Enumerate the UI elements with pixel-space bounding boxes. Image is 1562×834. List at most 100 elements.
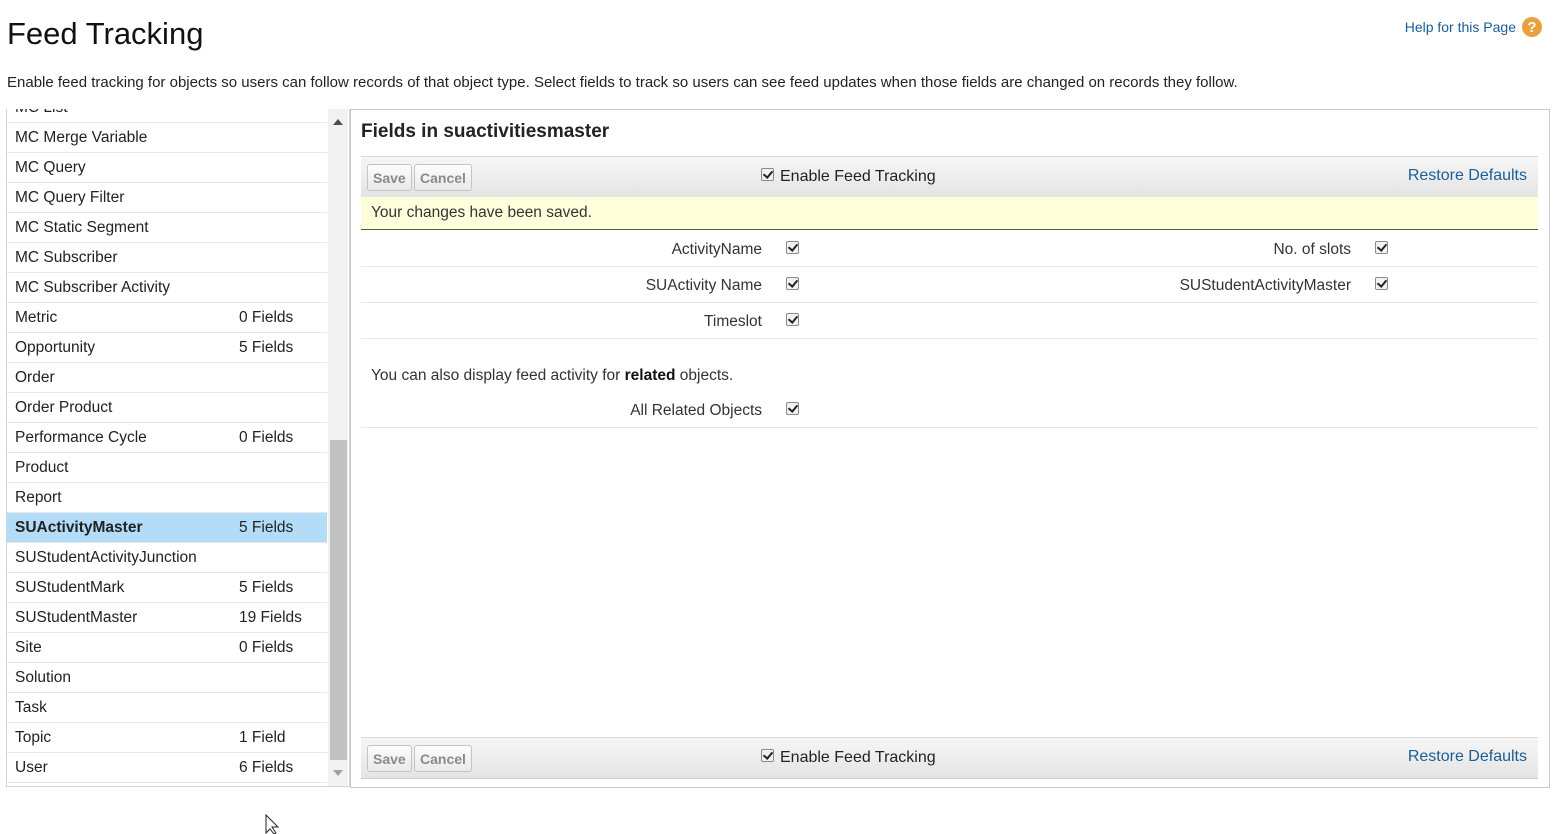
scroll-up-button[interactable]	[328, 115, 348, 129]
related-objects-note: You can also display feed activity for r…	[371, 367, 733, 385]
object-list-item[interactable]: MC List	[7, 109, 327, 123]
object-list-item[interactable]: Site 0 Fields	[7, 633, 327, 663]
save-button[interactable]: Save	[367, 164, 412, 191]
object-list-item[interactable]: MC Query	[7, 153, 327, 183]
field-count: 5 Fields	[239, 338, 294, 356]
enable-feed-tracking-label: Enable Feed Tracking	[780, 749, 936, 766]
object-list-item[interactable]: MC Subscriber Activity	[7, 273, 327, 303]
object-name: MC Static Segment	[15, 218, 149, 236]
object-list-item[interactable]: Metric 0 Fields	[7, 303, 327, 333]
object-name: SUActivityMaster	[15, 518, 143, 536]
object-list-item[interactable]: MC Merge Variable	[7, 123, 327, 153]
object-name: MC List	[7, 109, 239, 117]
field-row: ActivityName No. of slots	[361, 230, 1538, 267]
top-button-bar: Save Cancel Enable Feed Tracking Restore…	[361, 156, 1538, 198]
activity-name-checkbox[interactable]	[786, 241, 799, 254]
object-name: Product	[15, 458, 69, 476]
field-row: Timeslot	[361, 302, 1538, 339]
field-count: 5 Fields	[239, 518, 294, 536]
object-list-item[interactable]: Report	[7, 483, 327, 513]
object-name: MC Subscriber	[15, 248, 118, 266]
object-list-rows: MC List MC Merge Variable MC Query MC Query…	[7, 109, 327, 783]
object-name: SUStudentMark	[15, 578, 125, 596]
field-count: 1 Field	[239, 728, 286, 746]
save-button[interactable]: Save	[367, 745, 412, 772]
object-list-item[interactable]: SUActivityMaster 5 Fields	[7, 513, 327, 543]
field-label-all-related-objects: All Related Objects	[630, 402, 762, 419]
object-list-item[interactable]: Performance Cycle 0 Fields	[7, 423, 327, 453]
object-name: Order Product	[15, 398, 113, 416]
timeslot-checkbox[interactable]	[786, 313, 799, 326]
suactivity-name-checkbox[interactable]	[786, 277, 799, 290]
object-list-item[interactable]: MC Static Segment	[7, 213, 327, 243]
object-list[interactable]: MC List MC Merge Variable MC Query MC Query…	[6, 109, 350, 787]
object-name: Solution	[15, 668, 72, 686]
field-count: 0 Fields	[239, 308, 294, 326]
object-list-item[interactable]: SUStudentMaster 19 Fields	[7, 603, 327, 633]
related-prefix: You can also display feed activity for	[371, 367, 625, 384]
object-name: MC Query Filter	[15, 188, 125, 206]
field-label-activity-name: ActivityName	[671, 241, 762, 258]
field-count: 5 Fields	[239, 578, 294, 596]
enable-feed-tracking-toggle[interactable]: Enable Feed Tracking	[761, 167, 936, 186]
object-name: Report	[15, 488, 62, 506]
checked-checkbox-icon[interactable]	[761, 748, 774, 762]
object-list-item[interactable]: SUStudentActivityJunction	[7, 543, 327, 573]
object-name: SUStudentActivityJunction	[15, 548, 197, 566]
object-list-item[interactable]: Opportunity 5 Fields	[7, 333, 327, 363]
enable-feed-tracking-label: Enable Feed Tracking	[780, 168, 936, 185]
cancel-button[interactable]: Cancel	[414, 745, 472, 772]
related-bold: related	[624, 367, 676, 384]
object-name: MC Query	[15, 158, 86, 176]
intro-text: Enable feed tracking for objects so user…	[7, 74, 1238, 91]
scrollbar-thumb[interactable]	[330, 440, 347, 760]
restore-defaults-link[interactable]: Restore Defaults	[1408, 748, 1527, 766]
question-mark-icon[interactable]: ?	[1522, 17, 1542, 37]
scroll-down-button[interactable]	[328, 766, 348, 780]
saved-message: Your changes have been saved.	[361, 197, 1538, 230]
object-name: Topic	[15, 728, 52, 746]
bottom-button-bar: Save Cancel Enable Feed Tracking Restore…	[361, 737, 1538, 779]
object-list-item[interactable]: Order	[7, 363, 327, 393]
sustudent-activity-master-checkbox[interactable]	[1375, 277, 1388, 290]
field-count: 0 Fields	[239, 638, 294, 656]
object-name: Opportunity	[15, 338, 96, 356]
object-list-item[interactable]: Order Product	[7, 393, 327, 423]
no-of-slots-checkbox[interactable]	[1375, 241, 1388, 254]
field-label-no-of-slots: No. of slots	[1273, 241, 1351, 258]
object-name: MC Merge Variable	[15, 128, 148, 146]
field-row: All Related Objects	[361, 391, 1538, 428]
object-name: Site	[15, 638, 42, 656]
object-name: Metric	[15, 308, 58, 326]
help-link-group[interactable]: Help for this Page ?	[1405, 17, 1542, 37]
panel-title: Fields in suactivitiesmaster	[361, 121, 610, 142]
object-list-item[interactable]: MC Subscriber	[7, 243, 327, 273]
fields-panel: Fields in suactivitiesmaster Save Cancel…	[350, 109, 1550, 788]
object-list-item[interactable]: SUStudentMark 5 Fields	[7, 573, 327, 603]
field-label-suactivity-name: SUActivity Name	[645, 277, 762, 294]
related-suffix: objects.	[675, 367, 734, 384]
field-count: 6 Fields	[239, 758, 294, 776]
object-list-item[interactable]: Product	[7, 453, 327, 483]
page-title: Feed Tracking	[7, 16, 204, 51]
object-name: Performance Cycle	[15, 428, 147, 446]
enable-feed-tracking-toggle[interactable]: Enable Feed Tracking	[761, 748, 936, 767]
all-related-objects-checkbox[interactable]	[786, 402, 799, 415]
field-label-timeslot: Timeslot	[704, 313, 762, 330]
cancel-button[interactable]: Cancel	[414, 164, 472, 191]
object-list-item[interactable]: Topic 1 Field	[7, 723, 327, 753]
object-name: Order	[15, 368, 55, 386]
object-list-item[interactable]: Task	[7, 693, 327, 723]
scrollbar[interactable]	[328, 109, 348, 786]
help-link[interactable]: Help for this Page	[1405, 19, 1516, 35]
object-list-item[interactable]: Solution	[7, 663, 327, 693]
checked-checkbox-icon[interactable]	[761, 167, 774, 181]
object-name: Task	[15, 698, 47, 716]
object-name: User	[15, 758, 48, 776]
restore-defaults-link[interactable]: Restore Defaults	[1408, 167, 1527, 185]
object-name: SUStudentMaster	[15, 608, 138, 626]
object-list-item[interactable]: MC Query Filter	[7, 183, 327, 213]
object-list-item[interactable]: User 6 Fields	[7, 753, 327, 783]
field-row: SUActivity Name SUStudentActivityMaster	[361, 266, 1538, 303]
triangle-down-icon	[333, 770, 343, 776]
